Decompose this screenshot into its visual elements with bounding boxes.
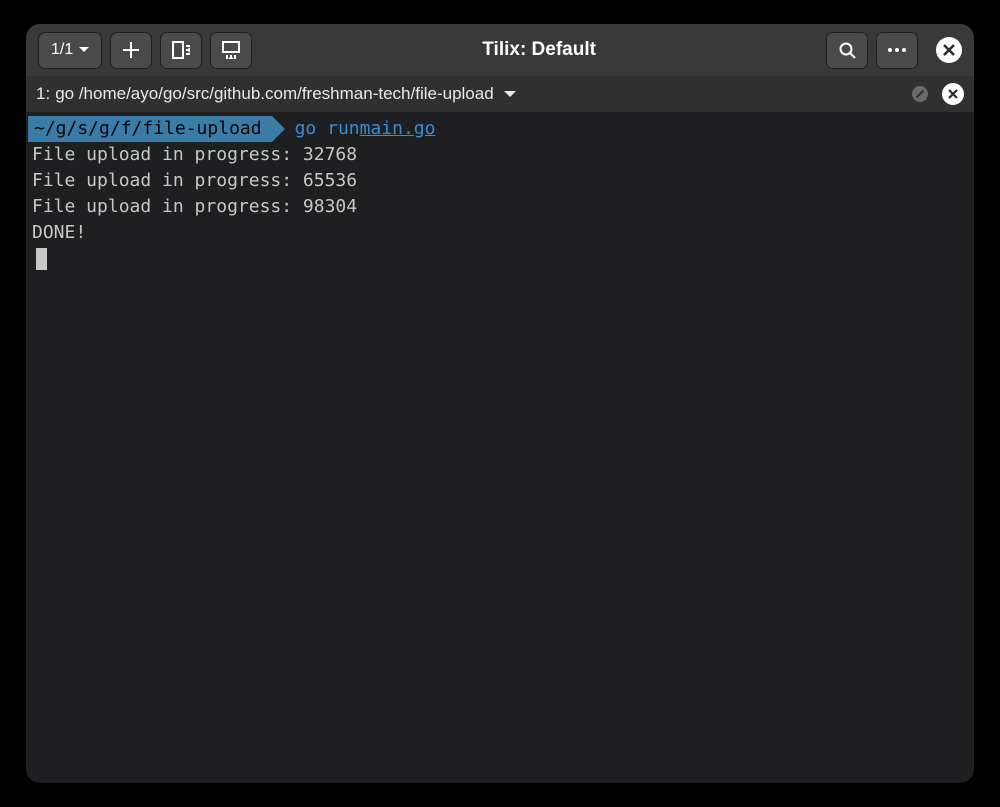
menu-button[interactable] bbox=[876, 32, 918, 69]
chevron-down-icon bbox=[79, 47, 89, 53]
prompt-line: ~/g/s/g/f/file-upload go run main.go bbox=[28, 116, 972, 142]
cursor-line bbox=[28, 246, 972, 272]
terminal-cursor bbox=[36, 248, 47, 270]
terminal-area[interactable]: ~/g/s/g/f/file-upload go run main.go Fil… bbox=[26, 112, 974, 783]
prompt-path: ~/g/s/g/f/file-upload bbox=[28, 116, 272, 142]
split-right-icon bbox=[172, 41, 190, 59]
window-title: Tilix: Default bbox=[260, 39, 818, 61]
split-down-button[interactable] bbox=[210, 32, 252, 69]
output-line: File upload in progress: 32768 bbox=[28, 142, 972, 168]
close-icon bbox=[948, 89, 958, 99]
session-counter-button[interactable]: 1/1 bbox=[38, 32, 102, 69]
command-binary: go bbox=[295, 116, 317, 142]
tab-bar: 1: go /home/ayo/go/src/github.com/freshm… bbox=[26, 76, 974, 112]
search-icon bbox=[839, 42, 856, 59]
plus-icon bbox=[123, 42, 139, 58]
window-close-button[interactable] bbox=[936, 37, 962, 63]
tab-title: go /home/ayo/go/src/github.com/freshman-… bbox=[55, 84, 493, 104]
readonly-icon[interactable] bbox=[910, 84, 930, 104]
tab-close-button[interactable] bbox=[942, 83, 964, 105]
split-right-button[interactable] bbox=[160, 32, 202, 69]
close-icon bbox=[943, 44, 955, 56]
add-terminal-button[interactable] bbox=[110, 32, 152, 69]
terminal-window: 1/1 Tilix: Default bbox=[26, 24, 974, 783]
command-filename: main.go bbox=[360, 116, 436, 142]
titlebar: 1/1 Tilix: Default bbox=[26, 24, 974, 76]
chevron-down-icon bbox=[504, 91, 516, 98]
output-line: File upload in progress: 65536 bbox=[28, 168, 972, 194]
prompt-arrow-icon bbox=[272, 116, 285, 142]
command-args: run bbox=[327, 116, 360, 142]
more-icon bbox=[888, 48, 906, 52]
output-line: File upload in progress: 98304 bbox=[28, 194, 972, 220]
output-line: DONE! bbox=[28, 220, 972, 246]
titlebar-right-group bbox=[826, 32, 962, 69]
search-button[interactable] bbox=[826, 32, 868, 69]
session-counter-label: 1/1 bbox=[51, 41, 73, 59]
tab-index: 1: bbox=[36, 84, 50, 104]
terminal-tab[interactable]: 1: go /home/ayo/go/src/github.com/freshm… bbox=[36, 84, 516, 104]
split-down-icon bbox=[222, 41, 240, 59]
